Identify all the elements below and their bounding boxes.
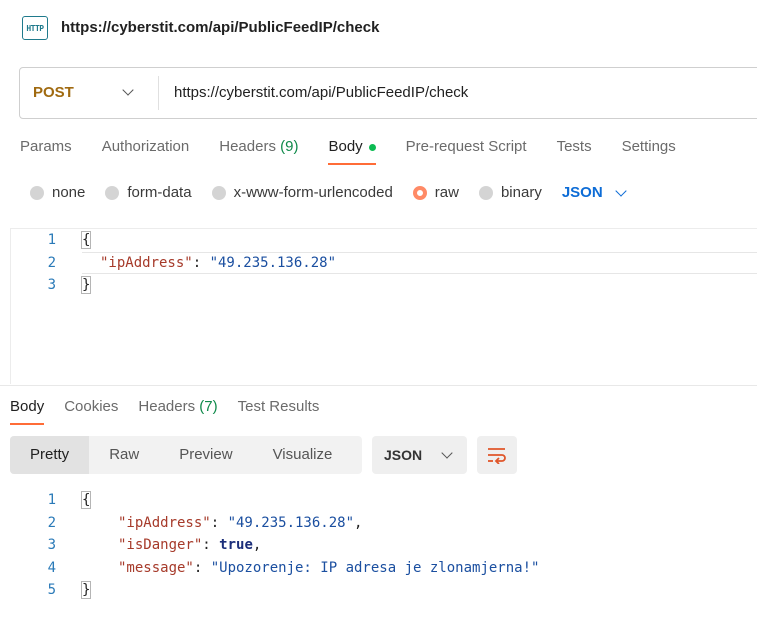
- code-line: "isDanger": true,: [118, 537, 261, 553]
- body-format-select[interactable]: JSON: [561, 184, 627, 201]
- radio-binary[interactable]: binary: [478, 184, 542, 201]
- tab-response-body[interactable]: Body: [10, 398, 45, 425]
- response-format-label: JSON: [384, 447, 423, 463]
- json-colon: :: [202, 537, 220, 553]
- json-comma: ,: [354, 515, 363, 531]
- body-modified-dot-icon: [368, 143, 376, 151]
- radio-icon: [211, 185, 226, 200]
- radio-label: binary: [500, 184, 542, 201]
- tab-label: Test Results: [237, 398, 320, 415]
- json-key: "message": [118, 560, 194, 576]
- radio-x-www-form-urlencoded[interactable]: x-www-form-urlencoded: [211, 184, 393, 201]
- json-key: "ipAddress": [100, 255, 193, 271]
- tab-label: Headers: [219, 138, 276, 155]
- headers-count: (7): [199, 398, 218, 415]
- request-bar-divider: [158, 76, 159, 110]
- response-format-select[interactable]: JSON: [372, 436, 467, 474]
- line-number: 2: [47, 515, 56, 531]
- radio-label: none: [52, 184, 86, 201]
- tab-label: Tests: [556, 138, 592, 155]
- json-colon: :: [192, 255, 210, 271]
- radio-form-data[interactable]: form-data: [105, 184, 192, 201]
- json-value: "49.235.136.28": [209, 255, 337, 271]
- tab-params[interactable]: Params: [20, 138, 72, 165]
- line-number: 1: [47, 492, 56, 508]
- tab-settings[interactable]: Settings: [622, 138, 676, 165]
- method-select[interactable]: POST: [33, 84, 74, 101]
- json-comma: ,: [252, 537, 262, 553]
- open-brace: {: [80, 231, 92, 249]
- tab-label: Body: [10, 398, 45, 415]
- tab-response-headers[interactable]: Headers (7): [138, 398, 217, 425]
- tab-label: Body: [328, 138, 363, 155]
- open-brace: {: [80, 491, 92, 509]
- line-number: 3: [47, 537, 56, 553]
- close-brace: }: [80, 276, 92, 294]
- view-visualize-button[interactable]: Visualize: [253, 436, 353, 474]
- radio-raw[interactable]: raw: [412, 184, 459, 201]
- view-preview-button[interactable]: Preview: [159, 436, 252, 474]
- request-title: https://cyberstit.com/api/PublicFeedIP/c…: [61, 19, 380, 36]
- wrap-lines-icon: [488, 448, 506, 464]
- tab-label: Pre-request Script: [405, 138, 527, 155]
- json-value: "Upozorenje: IP adresa je zlonamjerna!": [210, 560, 540, 576]
- json-value: true: [219, 537, 253, 553]
- tab-label: Settings: [621, 138, 676, 155]
- response-tabs: Body Cookies Headers (7) Test Results: [10, 398, 339, 425]
- radio-icon: [478, 185, 493, 200]
- json-key: "isDanger": [118, 537, 203, 553]
- radio-icon: [105, 185, 120, 200]
- code-line: "message": "Upozorenje: IP adresa je zlo…: [118, 560, 539, 576]
- view-mode-toggle: Pretty Raw Preview Visualize: [10, 436, 362, 474]
- tab-label: Authorization: [101, 138, 190, 155]
- json-value: "49.235.136.28": [227, 515, 355, 531]
- http-request-icon: HTTP: [22, 16, 48, 40]
- line-number: 3: [47, 277, 56, 293]
- tab-body[interactable]: Body: [328, 138, 376, 165]
- wrap-lines-button[interactable]: [477, 436, 517, 474]
- tab-tests[interactable]: Tests: [557, 138, 592, 165]
- line-number: 4: [47, 560, 56, 576]
- json-colon: :: [210, 515, 228, 531]
- tab-cookies[interactable]: Cookies: [64, 398, 118, 425]
- response-divider: [0, 385, 757, 386]
- body-type-options: none form-data x-www-form-urlencoded raw…: [30, 184, 627, 201]
- tab-label: Cookies: [64, 398, 119, 415]
- radio-label: raw: [434, 184, 459, 201]
- radio-label: x-www-form-urlencoded: [233, 184, 393, 201]
- line-number: 2: [47, 255, 56, 271]
- view-raw-button[interactable]: Raw: [89, 436, 159, 474]
- code-line: "ipAddress": "49.235.136.28": [100, 255, 336, 271]
- url-input[interactable]: [174, 80, 734, 104]
- radio-label: form-data: [127, 184, 192, 201]
- tab-test-results[interactable]: Test Results: [238, 398, 320, 425]
- tab-authorization[interactable]: Authorization: [102, 138, 190, 165]
- radio-selected-icon: [412, 185, 427, 200]
- tab-label: Headers: [138, 398, 196, 415]
- json-colon: :: [193, 560, 211, 576]
- headers-count: (9): [280, 138, 299, 155]
- code-line: "ipAddress": "49.235.136.28",: [118, 515, 362, 531]
- close-brace: }: [80, 581, 92, 599]
- chevron-down-icon: [615, 184, 627, 197]
- tab-headers[interactable]: Headers (9): [219, 138, 298, 165]
- line-number: 5: [47, 582, 56, 598]
- radio-icon: [30, 185, 44, 200]
- json-key: "ipAddress": [118, 515, 211, 531]
- tab-label: Params: [20, 138, 72, 155]
- radio-none[interactable]: none: [30, 184, 85, 201]
- tab-pre-request-script[interactable]: Pre-request Script: [406, 138, 527, 165]
- view-pretty-button[interactable]: Pretty: [10, 436, 90, 474]
- request-tabs: Params Authorization Headers (9) Body Pr…: [20, 138, 706, 165]
- body-format-label: JSON: [561, 184, 603, 201]
- line-number: 1: [47, 232, 56, 248]
- chevron-down-icon: [441, 447, 453, 459]
